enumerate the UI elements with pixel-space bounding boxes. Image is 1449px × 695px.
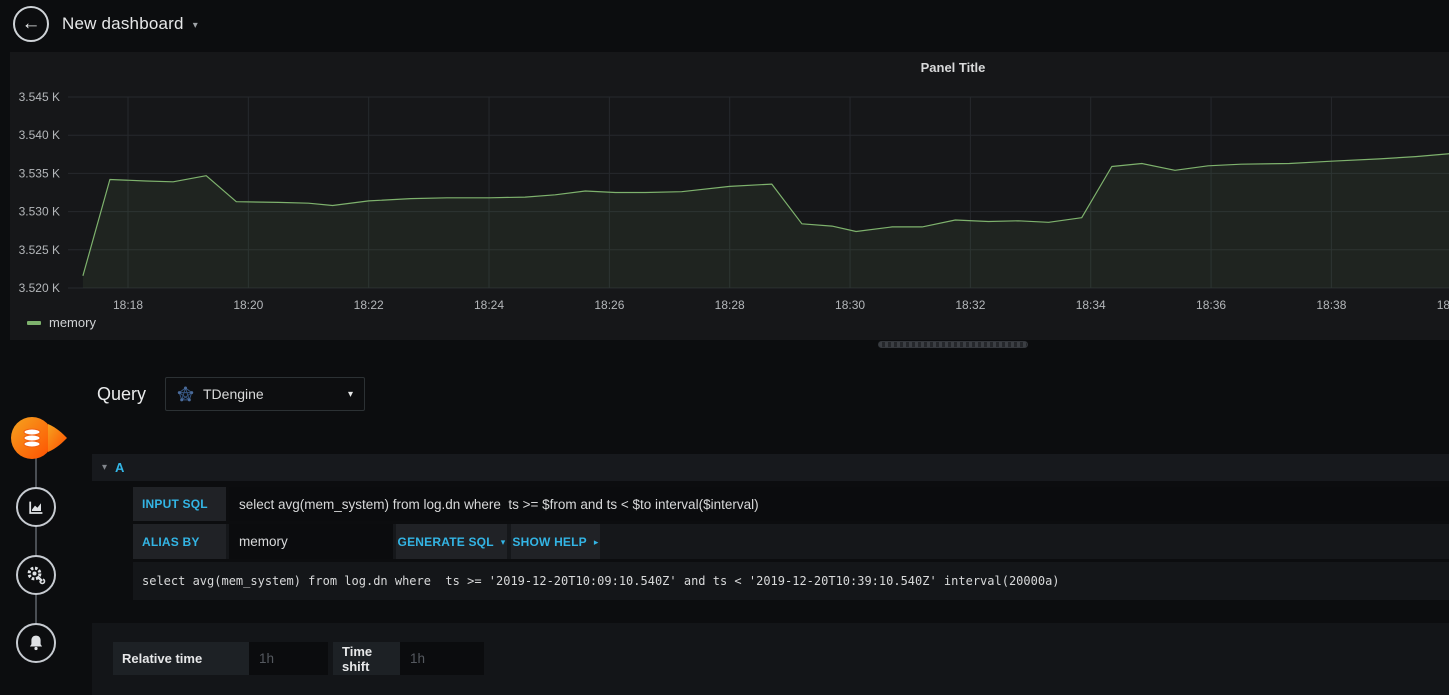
legend-color-dash (27, 320, 41, 325)
collapse-caret-icon: ▾ (102, 462, 108, 473)
tdengine-logo-icon (177, 386, 194, 401)
svg-text:18:30: 18:30 (835, 298, 865, 312)
svg-text:3.520 K: 3.520 K (19, 281, 60, 295)
chevron-down-icon: ▾ (192, 20, 198, 31)
svg-text:18:28: 18:28 (715, 298, 745, 312)
query-options-section: Relative time Time shift (92, 623, 1449, 695)
alias-by-field[interactable] (229, 524, 393, 559)
tab-visualization[interactable] (16, 487, 56, 527)
show-help-label: SHOW HELP (512, 534, 587, 549)
chevron-down-icon: ▾ (347, 388, 353, 400)
generated-sql-preview: select avg(mem_system) from log.dn where… (133, 562, 1449, 600)
tab-rail-connector-line (35, 440, 37, 643)
svg-text:18:36: 18:36 (1196, 298, 1226, 312)
svg-text:18:20: 18:20 (233, 298, 263, 312)
datasource-name: TDengine (203, 386, 264, 402)
query-ref-letter: A (115, 460, 125, 475)
svg-text:18:22: 18:22 (354, 298, 384, 312)
query-header: Query TDengine ▾ (97, 377, 365, 411)
svg-text:18:24: 18:24 (474, 298, 504, 312)
panel-resize-handle[interactable] (878, 341, 1028, 348)
queries-tab-marker (11, 417, 67, 459)
svg-text:18:18: 18:18 (113, 298, 143, 312)
alias-by-label: ALIAS BY (133, 524, 226, 559)
database-icon (23, 428, 41, 448)
query-ref-row[interactable]: ▾ A (92, 454, 1449, 481)
svg-text:18:38: 18:38 (1316, 298, 1346, 312)
relative-time-label: Relative time (113, 642, 249, 675)
panel-title[interactable]: Panel Title (921, 60, 986, 75)
back-button[interactable]: ← (13, 6, 49, 42)
show-help-button[interactable]: SHOW HELP ▸ (511, 524, 600, 559)
time-series-chart[interactable]: 3.545 K 3.540 K 3.535 K 3.530 K 3.525 K 3.520… (10, 52, 1449, 340)
gear-wrench-icon (27, 566, 46, 585)
svg-text:3.545 K: 3.545 K (19, 90, 60, 104)
svg-text:3.525 K: 3.525 K (19, 243, 60, 257)
input-sql-field[interactable] (229, 487, 1449, 521)
datasource-picker[interactable]: TDengine ▾ (165, 377, 365, 411)
graph-panel: 3.545 K 3.540 K 3.535 K 3.530 K 3.525 K 3.520… (10, 52, 1449, 340)
relative-time-field[interactable] (249, 642, 328, 675)
arrow-left-icon: ← (21, 12, 41, 34)
tab-queries-active[interactable] (8, 415, 70, 466)
generate-sql-label: GENERATE SQL (397, 534, 494, 549)
dashboard-title-menu[interactable]: New dashboard ▾ (62, 0, 198, 48)
tab-alert[interactable] (16, 623, 56, 663)
time-shift-label: Time shift (333, 642, 400, 675)
svg-text:18:40: 18:40 (1437, 298, 1449, 312)
chevron-right-icon: ▸ (593, 536, 599, 547)
svg-text:18:32: 18:32 (955, 298, 985, 312)
query-section-title: Query (97, 383, 147, 404)
generate-sql-button[interactable]: GENERATE SQL ▾ (396, 524, 507, 559)
chevron-down-icon: ▾ (500, 536, 506, 547)
top-nav-bar: ← New dashboard ▾ (0, 0, 1449, 48)
svg-text:3.535 K: 3.535 K (19, 166, 60, 180)
graph-icon (29, 501, 43, 514)
svg-text:3.540 K: 3.540 K (19, 128, 60, 142)
input-sql-label: INPUT SQL (133, 487, 226, 521)
chart-legend: memory (27, 315, 96, 330)
tab-general-settings[interactable] (16, 555, 56, 595)
svg-text:18:34: 18:34 (1076, 298, 1106, 312)
svg-text:18:26: 18:26 (594, 298, 624, 312)
bell-icon (29, 635, 43, 651)
dashboard-title: New dashboard (62, 14, 184, 33)
svg-text:3.530 K: 3.530 K (19, 205, 60, 219)
time-shift-field[interactable] (400, 642, 484, 675)
legend-series-label[interactable]: memory (49, 315, 96, 330)
grafana-panel-edit-screen: ← New dashboard ▾ 3.545 K 3.540 K 3.535 K3… (0, 0, 1449, 695)
